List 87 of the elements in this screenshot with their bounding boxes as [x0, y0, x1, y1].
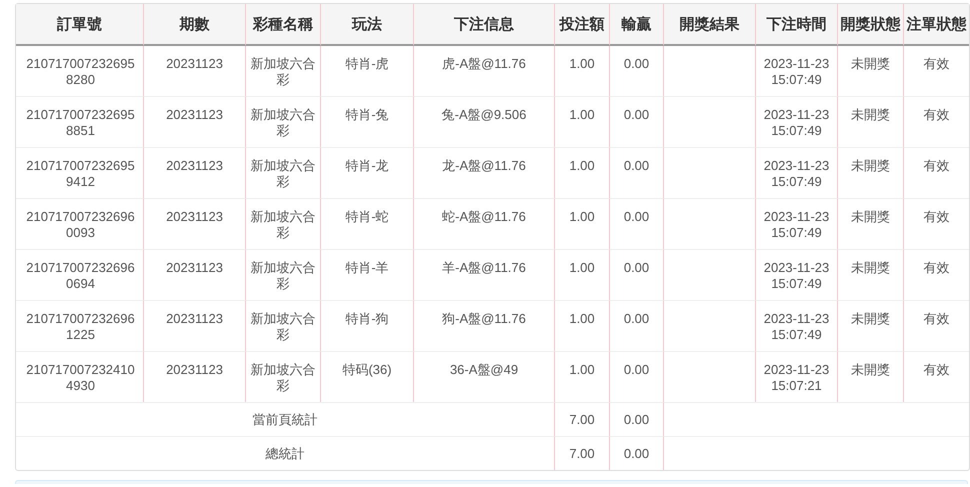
column-header: 注單狀態: [904, 4, 969, 46]
period-cell: 20231123: [166, 362, 223, 377]
win-loss: 0.00: [624, 56, 650, 71]
bet-status: 有效: [924, 209, 950, 224]
summary-label: 總統計: [266, 446, 304, 461]
bet-status: 有效: [924, 107, 950, 122]
bet-info: 兔-A盤@9.506: [442, 107, 526, 122]
period-cell: 20231123: [166, 311, 223, 326]
draw-status: 未開獎: [851, 311, 890, 326]
total-win-loss: 0.00: [624, 446, 650, 461]
bet-time: 2023-11-23 15:07:49: [764, 107, 830, 138]
column-header: 開獎結果: [664, 4, 756, 46]
bet-time: 2023-11-23 15:07:49: [764, 56, 830, 87]
play-type: 特肖-虎: [345, 56, 389, 71]
bet-info: 羊-A盤@11.76: [442, 260, 526, 275]
lottery-name: 新加坡六合彩: [250, 209, 316, 240]
play-type: 特肖-龙: [345, 158, 389, 173]
order-number: 2107170072326960093: [26, 209, 135, 240]
draw-status: 未開獎: [851, 107, 890, 122]
lottery-name: 新加坡六合彩: [250, 107, 316, 138]
bet-amount: 1.00: [569, 107, 595, 122]
bet-amount: 1.00: [569, 260, 595, 275]
play-type: 特肖-蛇: [345, 209, 389, 224]
draw-status: 未開獎: [851, 158, 890, 173]
order-number: 2107170072326960694: [26, 260, 135, 291]
order-number: 2107170072324104930: [26, 362, 135, 393]
order-number: 2107170072326961225: [26, 311, 135, 342]
bet-info: 蛇-A盤@11.76: [442, 209, 526, 224]
column-header: 訂單號: [16, 4, 144, 46]
column-header: 下注信息: [414, 4, 555, 46]
lottery-name: 新加坡六合彩: [250, 158, 316, 189]
bet-status: 有效: [924, 158, 950, 173]
draw-status: 未開獎: [851, 209, 890, 224]
bet-info: 虎-A盤@11.76: [442, 56, 526, 71]
column-header: 彩種名稱: [246, 4, 321, 46]
draw-status: 未開獎: [851, 56, 890, 71]
bet-status: 有效: [924, 260, 950, 275]
total-amount: 7.00: [569, 412, 595, 427]
draw-status: 未開獎: [851, 260, 890, 275]
column-header: 投注額: [555, 4, 610, 46]
win-loss: 0.00: [624, 362, 650, 377]
win-loss: 0.00: [624, 209, 650, 224]
lottery-name: 新加坡六合彩: [250, 56, 316, 87]
order-number: 2107170072326959412: [26, 158, 135, 189]
draw-status: 未開獎: [851, 362, 890, 377]
play-type: 特肖-羊: [345, 260, 389, 275]
bet-time: 2023-11-23 15:07:49: [764, 311, 830, 342]
total-amount: 7.00: [569, 446, 595, 461]
bet-amount: 1.00: [569, 362, 595, 377]
period-cell: 20231123: [166, 209, 223, 224]
period-cell: 20231123: [166, 260, 223, 275]
win-loss: 0.00: [624, 158, 650, 173]
lottery-name: 新加坡六合彩: [250, 260, 316, 291]
column-header: 玩法: [321, 4, 414, 46]
column-header: 下注時間: [756, 4, 838, 46]
win-loss: 0.00: [624, 260, 650, 275]
order-number: 2107170072326958851: [26, 107, 135, 138]
play-type: 特肖-兔: [345, 107, 389, 122]
bet-time: 2023-11-23 15:07:49: [764, 158, 830, 189]
bet-time: 2023-11-23 15:07:49: [764, 260, 830, 291]
bet-time: 2023-11-23 15:07:21: [764, 362, 830, 393]
lottery-name: 新加坡六合彩: [250, 311, 316, 342]
win-loss: 0.00: [624, 107, 650, 122]
period-cell: 20231123: [166, 56, 223, 71]
lottery-name: 新加坡六合彩: [250, 362, 316, 393]
bet-status: 有效: [924, 56, 950, 71]
win-loss: 0.00: [624, 311, 650, 326]
play-type: 特肖-狗: [345, 311, 389, 326]
column-header: 期數: [144, 4, 246, 46]
summary-label: 當前頁統計: [252, 412, 318, 427]
total-win-loss: 0.00: [624, 412, 650, 427]
bet-info: 36-A盤@49: [450, 362, 518, 377]
period-cell: 20231123: [166, 158, 223, 173]
period-cell: 20231123: [166, 107, 223, 122]
order-number: 2107170072326958280: [26, 56, 135, 87]
bet-amount: 1.00: [569, 209, 595, 224]
bet-amount: 1.00: [569, 311, 595, 326]
bet-info: 狗-A盤@11.76: [442, 311, 526, 326]
bet-amount: 1.00: [569, 56, 595, 71]
play-type: 特码(36): [342, 362, 392, 377]
bet-time: 2023-11-23 15:07:49: [764, 209, 830, 240]
column-header: 開獎狀態: [838, 4, 904, 46]
bet-status: 有效: [924, 362, 950, 377]
bet-status: 有效: [924, 311, 950, 326]
bet-amount: 1.00: [569, 158, 595, 173]
bet-info: 龙-A盤@11.76: [442, 158, 526, 173]
column-header: 輸贏: [610, 4, 664, 46]
